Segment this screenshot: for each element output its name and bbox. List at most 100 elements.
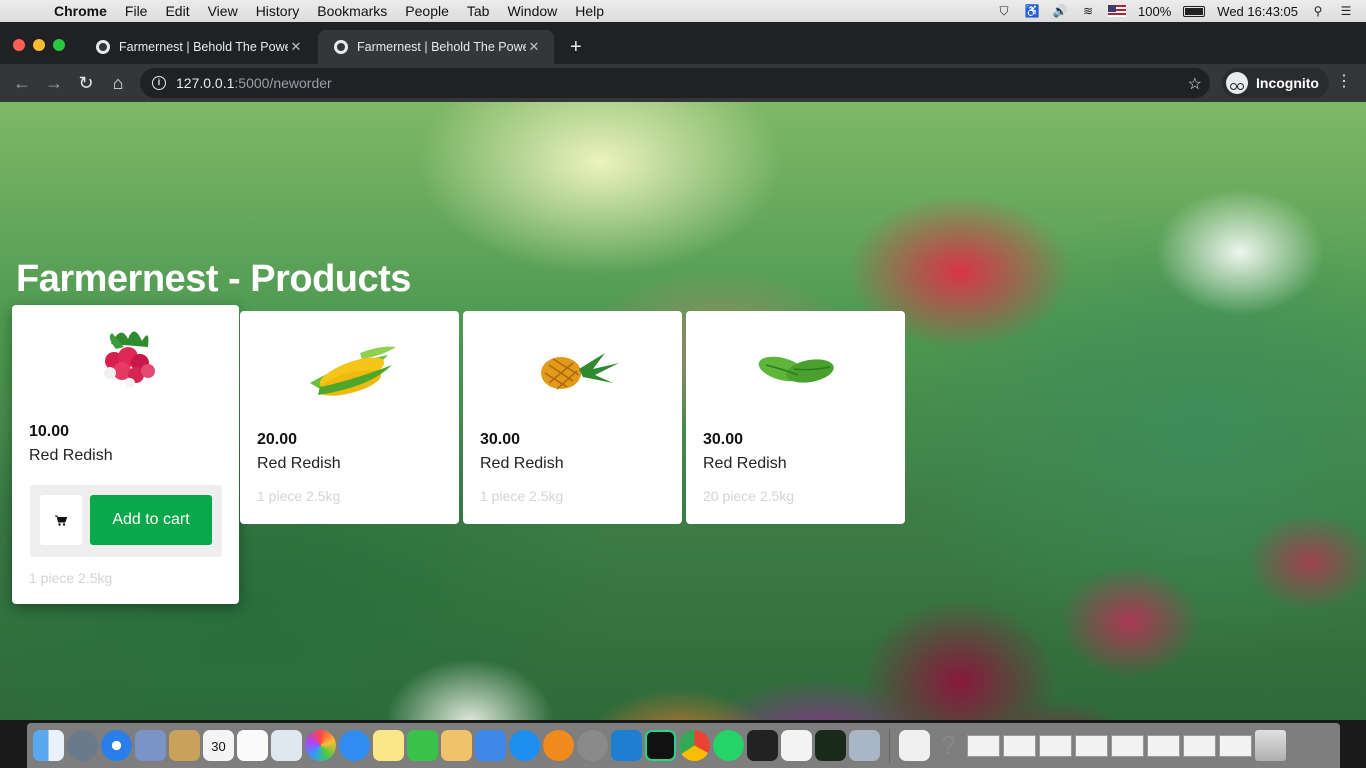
cart-icon xyxy=(55,515,67,526)
spotlight-search-icon[interactable]: ⚲ xyxy=(1310,4,1326,18)
menu-file[interactable]: File xyxy=(125,3,148,19)
product-weight: 1 piece 2.5kg xyxy=(257,488,341,504)
input-source-flag-icon[interactable] xyxy=(1108,5,1127,17)
chrome-menu-icon[interactable]: ⋮ xyxy=(1336,72,1352,92)
menu-app-name[interactable]: Chrome xyxy=(54,3,107,19)
product-name: Red Redish xyxy=(29,447,113,464)
bitter-gourd-image xyxy=(758,356,834,383)
messages-icon[interactable] xyxy=(339,730,370,761)
bookmark-star-icon[interactable]: ☆ xyxy=(1188,74,1202,94)
page-title: Farmernest - Products xyxy=(16,258,411,300)
menu-window[interactable]: Window xyxy=(507,3,557,19)
browser-tab-1[interactable]: Farmernest | Behold The Power ✕ xyxy=(80,30,316,64)
facetime-icon[interactable] xyxy=(407,730,438,761)
product-card[interactable]: 30.00 Red Redish 1 piece 2.5kg xyxy=(463,311,682,524)
tab-close-icon[interactable]: ✕ xyxy=(288,39,304,55)
product-card[interactable]: 30.00 Red Redish 20 piece 2.5kg xyxy=(686,311,905,524)
volume-icon[interactable]: 🔊 xyxy=(1052,4,1068,18)
window-zoom-button[interactable] xyxy=(53,39,65,51)
notification-center-icon[interactable]: ☰ xyxy=(1338,4,1354,18)
corn-image xyxy=(309,346,396,396)
product-price: 20.00 xyxy=(257,431,298,448)
whatsapp-icon[interactable] xyxy=(713,730,744,761)
accessibility-icon[interactable]: ♿ xyxy=(1024,4,1040,18)
contacts-icon[interactable] xyxy=(169,730,200,761)
minimized-window-thumbnail[interactable] xyxy=(967,734,1000,757)
minimized-window-thumbnail[interactable] xyxy=(1219,734,1252,757)
pycharm-icon[interactable] xyxy=(645,730,676,761)
cart-icon-button[interactable] xyxy=(40,495,82,545)
window-minimize-button[interactable] xyxy=(33,39,45,51)
browser-toolbar: ← → ↻ ⌂ i 127.0.0.1:5000/neworder ☆ Inco… xyxy=(0,64,1366,102)
product-price: 10.00 xyxy=(29,423,70,440)
dock: 30 ? xyxy=(27,723,1340,768)
calendar-icon[interactable]: 30 xyxy=(203,730,234,761)
terminal-icon[interactable] xyxy=(747,730,778,761)
menu-help[interactable]: Help xyxy=(575,3,604,19)
menu-view[interactable]: View xyxy=(208,3,238,19)
tab-title: Farmernest | Behold The Power xyxy=(119,40,288,54)
forward-arrow-icon[interactable]: → xyxy=(38,67,70,99)
product-weight: 1 piece 2.5kg xyxy=(29,570,113,586)
menu-clock[interactable]: Wed 16:43:05 xyxy=(1217,4,1298,19)
reminders-icon[interactable] xyxy=(237,730,268,761)
page-viewport: Farmernest - Products 10.00 Red Redish A xyxy=(0,102,1366,720)
keynote-icon[interactable] xyxy=(475,730,506,761)
pages-icon[interactable] xyxy=(441,730,472,761)
tab-close-icon[interactable]: ✕ xyxy=(526,39,542,55)
chrome-icon[interactable] xyxy=(679,730,710,761)
menu-extras: ⛉ ♿ 🔊 ≋ 100% Wed 16:43:05 ⚲ ☰ xyxy=(996,0,1354,22)
vscode-icon[interactable] xyxy=(611,730,642,761)
safari-icon[interactable] xyxy=(101,730,132,761)
system-preferences-icon[interactable] xyxy=(577,730,608,761)
minimized-window-thumbnail[interactable] xyxy=(1003,734,1036,757)
books-icon[interactable] xyxy=(543,730,574,761)
app-store-icon[interactable] xyxy=(509,730,540,761)
menu-people[interactable]: People xyxy=(405,3,449,19)
menu-tab[interactable]: Tab xyxy=(467,3,490,19)
vpn-shield-icon[interactable]: ⛉ xyxy=(996,4,1012,18)
product-card[interactable]: 10.00 Red Redish Add to cart 1 piece 2.5… xyxy=(12,305,239,604)
add-to-cart-button[interactable]: Add to cart xyxy=(90,495,212,545)
product-price: 30.00 xyxy=(703,431,744,448)
notes-icon[interactable] xyxy=(373,730,404,761)
battery-icon[interactable] xyxy=(1183,5,1206,17)
photos-icon[interactable] xyxy=(305,730,336,761)
activity-monitor-icon[interactable] xyxy=(815,730,846,761)
product-weight: 1 piece 2.5kg xyxy=(480,488,564,504)
wifi-icon[interactable]: ≋ xyxy=(1080,4,1096,18)
trash-icon[interactable] xyxy=(1255,730,1286,761)
tab-title: Farmernest | Behold The Power xyxy=(357,40,526,54)
menu-edit[interactable]: Edit xyxy=(165,3,189,19)
minimized-window-thumbnail[interactable] xyxy=(1183,734,1216,757)
home-icon[interactable]: ⌂ xyxy=(102,67,134,99)
menu-history[interactable]: History xyxy=(256,3,300,19)
apple-menu-icon[interactable] xyxy=(18,3,32,19)
menu-bookmarks[interactable]: Bookmarks xyxy=(317,3,387,19)
browser-tab-2-active[interactable]: Farmernest | Behold The Power ✕ xyxy=(318,30,554,64)
minimized-window-thumbnail[interactable] xyxy=(1039,734,1072,757)
globe-icon xyxy=(96,40,110,54)
photos-library-icon[interactable] xyxy=(135,730,166,761)
incognito-profile-button[interactable]: Incognito xyxy=(1222,68,1329,98)
help-icon[interactable]: ? xyxy=(933,730,964,761)
text-edit-icon[interactable] xyxy=(781,730,812,761)
back-arrow-icon[interactable]: ← xyxy=(6,67,38,99)
product-price: 30.00 xyxy=(480,431,521,448)
new-tab-button[interactable]: + xyxy=(570,36,582,58)
product-card[interactable]: 20.00 Red Redish 1 piece 2.5kg xyxy=(240,311,459,524)
address-bar[interactable]: i 127.0.0.1:5000/neworder ☆ xyxy=(140,68,1210,98)
launchpad-icon[interactable] xyxy=(67,730,98,761)
minimized-window-thumbnail[interactable] xyxy=(1147,734,1180,757)
reload-icon[interactable]: ↻ xyxy=(70,67,102,99)
battery-percentage[interactable]: 100% xyxy=(1138,4,1171,19)
finder-icon[interactable] xyxy=(33,730,64,761)
window-close-button[interactable] xyxy=(13,39,25,51)
product-name: Red Redish xyxy=(480,455,564,472)
image-capture-icon[interactable] xyxy=(849,730,880,761)
minimized-window-thumbnail[interactable] xyxy=(1075,734,1108,757)
site-info-icon[interactable]: i xyxy=(152,76,166,90)
minimized-window-thumbnail[interactable] xyxy=(1111,734,1144,757)
preview-icon[interactable] xyxy=(271,730,302,761)
document-icon[interactable] xyxy=(899,730,930,761)
